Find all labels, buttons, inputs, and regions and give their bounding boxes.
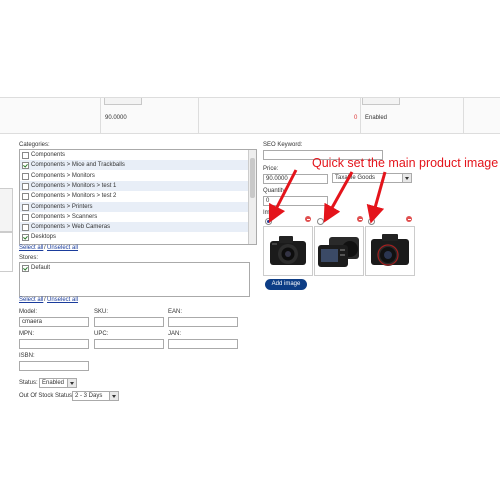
- category-item[interactable]: Components > Scanners: [20, 211, 248, 222]
- store-checkbox[interactable]: [22, 265, 29, 272]
- chevron-down-icon[interactable]: [67, 379, 76, 387]
- sku-field[interactable]: [94, 317, 164, 327]
- sku-label: SKU:: [94, 309, 109, 315]
- category-checkbox[interactable]: [22, 162, 29, 170]
- add-image-button[interactable]: Add image: [265, 279, 307, 290]
- categories-select-all[interactable]: Select all: [19, 245, 43, 251]
- category-item[interactable]: Components > Mice and Trackballs: [20, 160, 248, 171]
- categories-label: Categories:: [19, 142, 50, 148]
- category-label: Components > Monitors: [31, 172, 95, 179]
- arrow-icon: [366, 171, 387, 224]
- upc-field[interactable]: [94, 339, 164, 349]
- link-separator: /: [44, 297, 46, 303]
- category-label: Components > Scanners: [31, 213, 98, 220]
- jan-field[interactable]: [168, 339, 238, 349]
- jan-label: JAN:: [168, 331, 182, 337]
- category-label: Components: [31, 152, 66, 158]
- store-item-default[interactable]: Default: [20, 263, 248, 273]
- grid-price: 90.0000: [105, 115, 127, 121]
- category-item[interactable]: Components > Monitors > test 1: [20, 180, 248, 191]
- out-of-stock-select[interactable]: 2 - 3 Days: [72, 391, 119, 401]
- ean-label: EAN:: [168, 309, 183, 315]
- arrow-icon: [323, 171, 354, 223]
- grid-quantity: 0: [354, 115, 358, 121]
- upc-label: UPC:: [94, 331, 109, 337]
- mpn-field[interactable]: [19, 339, 89, 349]
- category-checkbox[interactable]: [22, 203, 29, 211]
- category-label: Components > Mice and Trackballs: [31, 162, 125, 169]
- remove-image-icon[interactable]: [406, 216, 412, 222]
- side-panel-tab: [0, 188, 13, 232]
- category-checkbox[interactable]: [22, 193, 29, 201]
- category-label: Components > Monitors > test 1: [31, 182, 117, 189]
- stores-label: Stores:: [19, 255, 39, 261]
- category-checkbox[interactable]: [22, 172, 29, 180]
- category-checkbox[interactable]: [22, 224, 29, 232]
- status-label: Status:: [19, 380, 38, 386]
- category-item[interactable]: Components > Monitors: [20, 170, 248, 181]
- column-header-stub: [104, 98, 142, 105]
- category-item[interactable]: Components > Web Cameras: [20, 222, 248, 233]
- annotation-arrows: [268, 169, 387, 224]
- out-of-stock-value: 2 - 3 Days: [75, 393, 103, 399]
- category-label: Components > Web Cameras: [31, 224, 111, 231]
- category-label: Components > Monitors > test 2: [31, 193, 117, 200]
- status-select[interactable]: Enabled: [39, 378, 77, 388]
- category-checkbox[interactable]: [22, 213, 29, 221]
- stores-unselect-all[interactable]: Unselect all: [47, 297, 78, 303]
- mpn-label: MPN:: [19, 331, 34, 337]
- seo-keyword-label: SEO Keyword:: [263, 142, 303, 148]
- category-checkbox[interactable]: [22, 182, 29, 190]
- category-item[interactable]: Components: [20, 150, 248, 160]
- isbn-label: ISBN:: [19, 353, 35, 359]
- categories-list[interactable]: Components Components > Mice and Trackbal…: [19, 149, 257, 245]
- arrow-icon: [268, 169, 298, 224]
- stores-select-all[interactable]: Select all: [19, 297, 43, 303]
- grid-status: Enabled: [365, 115, 388, 121]
- category-checkbox[interactable]: [22, 152, 29, 159]
- categories-scrollbar[interactable]: [248, 150, 256, 244]
- store-label: Default: [31, 265, 51, 271]
- side-panel-tab: [0, 232, 13, 272]
- camera-image: [270, 236, 306, 265]
- ean-field[interactable]: [168, 317, 238, 327]
- isbn-field[interactable]: [19, 361, 89, 371]
- scrollbar-thumb[interactable]: [250, 158, 255, 198]
- category-item[interactable]: Components > Printers: [20, 201, 248, 212]
- status-value: Enabled: [42, 380, 65, 386]
- out-of-stock-label: Out Of Stock Status:: [19, 393, 74, 399]
- chevron-down-icon[interactable]: [109, 392, 118, 400]
- category-item[interactable]: Desktops: [20, 232, 248, 243]
- stores-list[interactable]: Default: [19, 262, 250, 297]
- product-image-1[interactable]: [263, 226, 313, 276]
- link-separator: /: [44, 245, 46, 251]
- column-header-stub: [362, 98, 400, 105]
- category-label: Desktops: [31, 234, 57, 241]
- category-label: Components > Printers: [31, 203, 93, 210]
- product-image-3[interactable]: [365, 226, 415, 276]
- product-list-row: 90.0000 0 Enabled: [0, 97, 500, 134]
- camera-back-image: [318, 237, 359, 267]
- product-image-2[interactable]: [314, 226, 364, 276]
- model-label: Model:: [19, 309, 38, 315]
- model-field[interactable]: cmaera: [19, 317, 89, 327]
- camera-lens-image: [371, 234, 409, 266]
- chevron-down-icon[interactable]: [402, 174, 411, 182]
- category-item[interactable]: Components > Monitors > test 2: [20, 191, 248, 202]
- category-checkbox[interactable]: [22, 234, 29, 242]
- categories-unselect-all[interactable]: Unselect all: [47, 245, 78, 251]
